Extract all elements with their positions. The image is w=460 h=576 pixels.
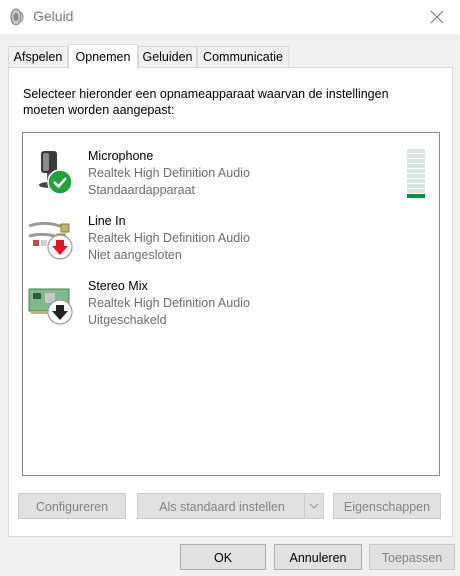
recording-panel: Selecteer hieronder een opnameapparaat w… [8,67,453,537]
device-status: Niet aangesloten [88,248,182,262]
level-meter-segment [407,174,425,178]
device-item-line-in[interactable]: Line In Realtek High Definition Audio Ni… [23,204,439,264]
level-meter-segment [407,189,425,193]
button-label: OK [213,551,233,565]
cancel-button[interactable]: Annuleren [274,544,362,570]
properties-button[interactable]: Eigenschappen [333,493,441,519]
device-item-microphone[interactable]: Microphone Realtek High Definition Audio… [23,139,439,199]
device-icon-wrap [27,277,77,325]
device-icon-wrap [27,212,77,260]
tab-label: Opnemen [75,50,131,64]
level-meter-segment [407,194,425,198]
device-name: Stereo Mix [88,279,148,293]
apply-button[interactable]: Toepassen [369,544,455,570]
button-label: Configureren [35,500,109,514]
set-default-split-button[interactable]: Als standaard instellen [137,493,324,519]
level-meter-segment [407,184,425,188]
level-meter-segment [407,149,425,153]
device-item-stereo-mix[interactable]: Stereo Mix Realtek High Definition Audio… [23,269,439,329]
tab-label: Geluiden [142,50,193,64]
window-title: Geluid [33,8,74,24]
device-name: Microphone [88,149,154,163]
level-meter-segment [407,159,425,163]
button-label: Annuleren [289,551,347,565]
chevron-down-icon [309,503,319,509]
close-icon [430,10,444,24]
tab-opnemen[interactable]: Opnemen [68,44,138,69]
tab-label: Communicatie [203,50,283,64]
tab-geluiden[interactable]: Geluiden [138,46,197,68]
device-driver: Realtek High Definition Audio [88,231,250,245]
instruction-text: Selecteer hieronder een opnameapparaat w… [23,87,389,117]
button-label: Toepassen [381,551,443,565]
not-plugged-in-icon [47,234,73,260]
device-driver: Realtek High Definition Audio [88,166,250,180]
device-list[interactable]: Microphone Realtek High Definition Audio… [22,132,440,476]
button-label: Als standaard instellen [159,500,285,514]
speaker-icon [10,8,24,26]
set-default-dropdown-arrow[interactable] [304,494,323,518]
default-check-icon [47,169,73,195]
button-label: Eigenschappen [343,500,431,514]
level-meter-segment [407,169,425,173]
title-bar: Geluid [0,0,460,34]
level-meter-segment [407,164,425,168]
close-button[interactable] [414,0,460,34]
ok-button[interactable]: OK [180,544,266,570]
level-meter-segment [407,154,425,158]
device-status: Standaardapparaat [88,183,196,197]
tab-label: Afspelen [13,50,63,64]
disabled-icon [47,299,73,325]
level-meter-segment [407,179,425,183]
device-name: Line In [88,214,126,228]
device-icon-wrap [27,147,77,195]
level-meter [407,149,425,198]
device-status: Uitgeschakeld [88,313,167,327]
tab-communicatie[interactable]: Communicatie [197,46,289,68]
configure-button[interactable]: Configureren [18,493,126,519]
tab-afspelen[interactable]: Afspelen [8,46,68,68]
device-driver: Realtek High Definition Audio [88,296,250,310]
